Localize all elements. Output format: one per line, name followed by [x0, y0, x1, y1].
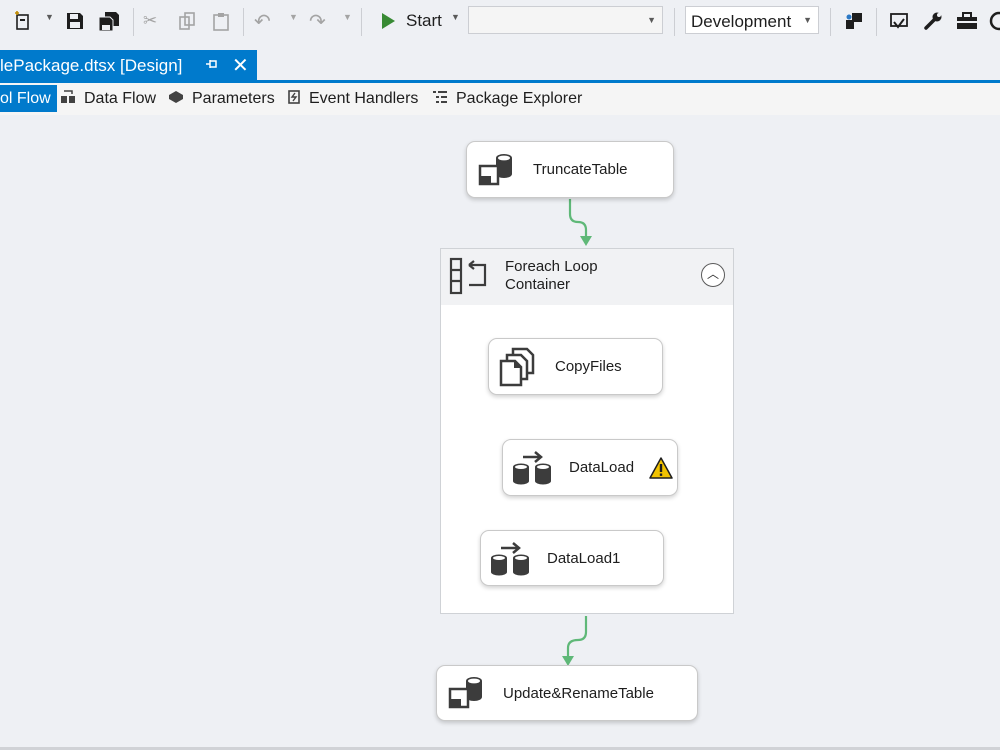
task-update-rename-table[interactable]: Update&RenameTable: [436, 665, 698, 721]
task-data-load1[interactable]: DataLoad1: [480, 530, 664, 586]
constraint-truncate-to-container: [568, 199, 588, 242]
task-label: DataLoad1: [547, 550, 621, 567]
task-label: CopyFiles: [555, 358, 622, 375]
container-header[interactable]: Foreach Loop Container ︿: [441, 249, 733, 305]
task-label: TruncateTable: [533, 161, 628, 178]
constraint-container-to-update: [566, 616, 588, 662]
task-data-load[interactable]: DataLoad: [502, 439, 678, 496]
foreach-loop-icon: [449, 257, 487, 295]
warning-icon[interactable]: [649, 457, 673, 479]
task-truncate-table[interactable]: TruncateTable: [466, 141, 674, 198]
arrowhead: [580, 236, 592, 246]
execute-sql-task-icon: [478, 154, 512, 186]
task-label: Update&RenameTable: [503, 685, 654, 702]
container-title: Foreach Loop Container: [505, 258, 598, 293]
file-system-task-icon: [499, 347, 535, 387]
task-label: DataLoad: [569, 459, 635, 476]
execute-sql-task-icon: [448, 677, 482, 709]
data-flow-task-icon: [513, 451, 551, 485]
collapse-icon[interactable]: ︿: [701, 263, 725, 287]
task-copy-files[interactable]: CopyFiles: [488, 338, 663, 395]
data-flow-task-icon: [491, 542, 529, 576]
